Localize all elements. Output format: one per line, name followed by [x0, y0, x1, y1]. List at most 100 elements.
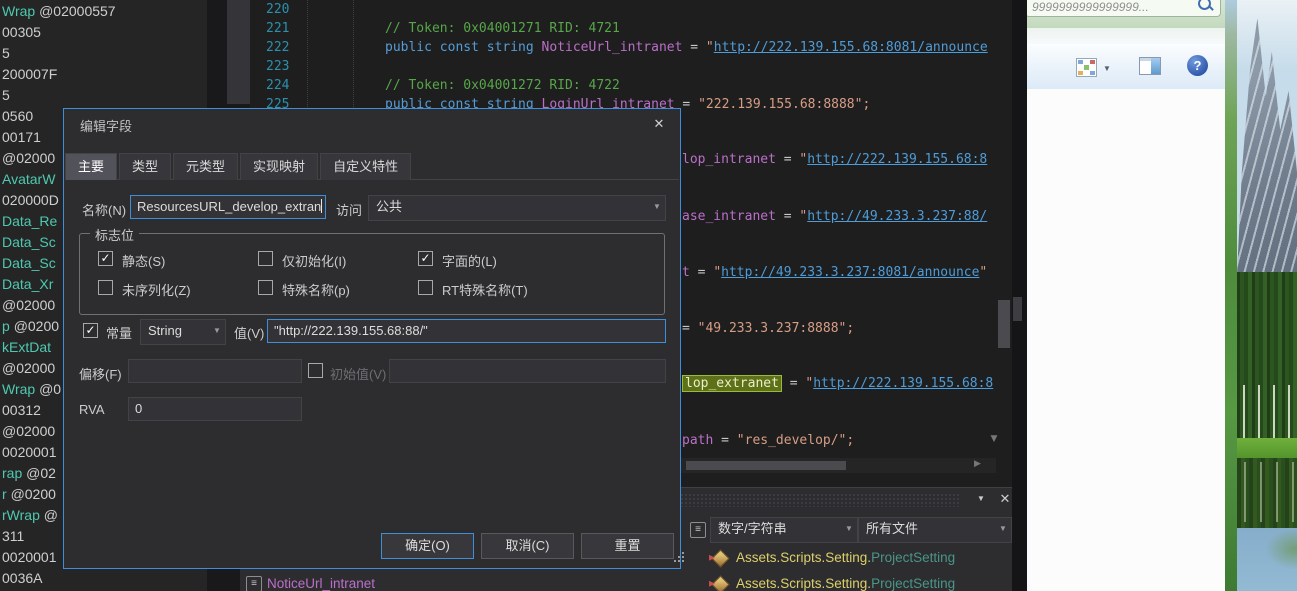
tree-node-name: rWrap [2, 507, 44, 523]
code-hyperlink[interactable]: http://222.139.155.68:8 [813, 376, 993, 391]
tree-node-token: @ [44, 507, 58, 523]
resize-grip[interactable] [672, 552, 686, 566]
line-number: 220 [266, 0, 296, 19]
wallpaper-sky [1237, 0, 1297, 70]
offset-input[interactable] [128, 359, 302, 383]
tree-node-token: @02000557 [39, 3, 116, 19]
tree-node-token: @02000 [2, 423, 55, 439]
notserialized-checkbox[interactable] [98, 280, 113, 295]
tree-scrollbar-thumb[interactable] [227, 0, 251, 104]
constant-checkbox[interactable]: ✓ [83, 323, 98, 338]
change-view-icon[interactable] [1076, 58, 1097, 77]
close-icon[interactable]: ✕ [650, 115, 668, 133]
tab-type[interactable]: 类型 [119, 153, 171, 180]
chevron-down-icon: ▼ [995, 518, 1011, 542]
cancel-button[interactable]: 取消(C) [481, 533, 574, 559]
code-line: t = "http://49.233.3.237:8081/announce" [682, 263, 987, 282]
rva-label: RVA [79, 402, 105, 417]
panel-menu-icon[interactable]: ▼ [972, 490, 990, 508]
tree-node-token: @0200 [11, 486, 56, 502]
initial-value-input[interactable] [389, 359, 666, 383]
tree-node-token: 311 [2, 528, 24, 544]
rtspecialname-checkbox[interactable] [418, 280, 433, 295]
value-label: 值(V) [234, 323, 264, 342]
access-label: 访问 [336, 200, 362, 219]
tree-node-token: 200007F [2, 66, 57, 82]
tree-node-token: 0560 [2, 108, 33, 124]
horizontal-scrollbar-thumb[interactable] [686, 461, 846, 470]
tree-node[interactable]: 00305 [0, 22, 207, 43]
code-line: path = "res_develop/"; [682, 431, 854, 450]
tree-node-name: Data_Xr [2, 276, 53, 292]
code-hyperlink[interactable]: http://222.139.155.68:8081/announce [714, 40, 988, 55]
result-member-name: NoticeUrl_intranet [267, 573, 375, 591]
tab-main[interactable]: 主要 [65, 153, 117, 180]
tree-node[interactable]: 5 [0, 85, 207, 106]
highlighted-symbol[interactable]: lop_extranet [682, 375, 782, 392]
dialog-titlebar[interactable]: 编辑字段 ✕ [64, 109, 680, 139]
tree-node-name: kExtDat [2, 339, 51, 355]
explorer-window: 9999999999999999... ▼ ? [1027, 0, 1225, 591]
chevron-down-icon: ▼ [841, 518, 857, 542]
code-comment: // Token: 0x04001272 RID: 4722 [385, 78, 620, 93]
code-hyperlink[interactable]: http://49.233.3.237:8081/announce [721, 265, 979, 280]
search-result-row[interactable]: ≡ NoticeUrl_intranet Assets.Scripts.Sett… [240, 573, 1012, 591]
static-checkbox[interactable]: ✓ [98, 251, 113, 266]
chevron-down-icon: ▼ [209, 320, 225, 344]
code-hyperlink[interactable]: http://222.139.155.68:8 [807, 152, 987, 167]
panel-close-icon[interactable]: ✕ [996, 490, 1012, 508]
search-options-icon[interactable]: ≡ [690, 522, 706, 538]
explorer-band [1027, 28, 1225, 44]
chevron-down-icon[interactable]: ▼ [1103, 64, 1111, 73]
literal-checkbox[interactable]: ✓ [418, 251, 433, 266]
constant-type-dropdown[interactable]: String ▼ [140, 319, 226, 345]
tree-node-token: 0020001 [2, 549, 57, 565]
specialname-checkbox[interactable] [258, 280, 273, 295]
tree-node[interactable]: 200007F [0, 64, 207, 85]
tab-impl-map[interactable]: 实现映射 [240, 153, 318, 180]
tree-node-name: AvatarW [2, 171, 55, 187]
tree-node[interactable]: 5 [0, 43, 207, 64]
code-line: 220 [250, 0, 1012, 19]
reset-button[interactable]: 重置 [581, 533, 674, 559]
code-line: lop_intranet = "http://222.139.155.68:8 [682, 150, 987, 169]
search-icon[interactable] [1198, 0, 1211, 10]
constant-value-input[interactable]: "http://222.139.155.68:88/" [267, 319, 666, 343]
tree-node-name: Data_Re [2, 213, 57, 229]
scroll-right-icon[interactable]: ▶ [974, 459, 981, 469]
indent-guide [307, 0, 308, 107]
rva-input[interactable]: 0 [128, 397, 302, 421]
window-frame-glass [1225, 0, 1237, 591]
tree-node-token: 020000D [2, 192, 59, 208]
constant-label: 常量 [106, 323, 132, 342]
search-type-dropdown[interactable]: 数字/字符串 ▼ [710, 517, 858, 543]
tree-node[interactable]: Wrap @02000557 [0, 1, 207, 22]
tab-metatype[interactable]: 元类型 [173, 153, 238, 180]
name-input[interactable]: ResourcesURL_develop_extran [130, 195, 326, 219]
initial-value-checkbox[interactable] [308, 363, 323, 378]
tree-node-name: Wrap [2, 3, 39, 19]
access-dropdown[interactable]: 公共 ▼ [368, 195, 666, 221]
search-scope-dropdown[interactable]: 所有文件 ▼ [858, 517, 1012, 543]
tree-node-token: 0020001 [2, 444, 57, 460]
preview-pane-icon[interactable] [1139, 57, 1161, 75]
code-line: ase_intranet = "http://49.233.3.237:88/ [682, 207, 987, 226]
scroll-down-icon[interactable]: ▼ [986, 434, 1002, 444]
initial-value-label: 初始值(V) [330, 364, 386, 383]
tree-node-token: @02000 [2, 360, 55, 376]
edge-scrollbar-thumb[interactable] [1013, 297, 1022, 321]
offset-label: 偏移(F) [79, 364, 122, 383]
initonly-checkbox[interactable] [258, 251, 273, 266]
help-icon[interactable]: ? [1187, 55, 1208, 76]
code-line: 222public const string NoticeUrl_intrane… [250, 38, 1012, 57]
explorer-content[interactable] [1027, 89, 1225, 591]
tab-custom-attributes[interactable]: 自定义特性 [320, 153, 411, 180]
vertical-scrollbar-thumb[interactable] [998, 300, 1010, 348]
tree-node-token: @02000 [2, 297, 55, 313]
ok-button[interactable]: 确定(O) [381, 533, 474, 559]
tree-node[interactable]: 0036A [0, 568, 207, 589]
window-edge-strip [1012, 0, 1027, 591]
code-hyperlink[interactable]: http://49.233.3.237:88/ [807, 209, 987, 224]
explorer-search-input[interactable]: 9999999999999999... [1027, 0, 1221, 17]
flags-groupbox: 标志位 ✓ 静态(S) 仅初始化(I) ✓ 字面的(L) 未序列化(Z) 特殊名… [79, 233, 665, 315]
